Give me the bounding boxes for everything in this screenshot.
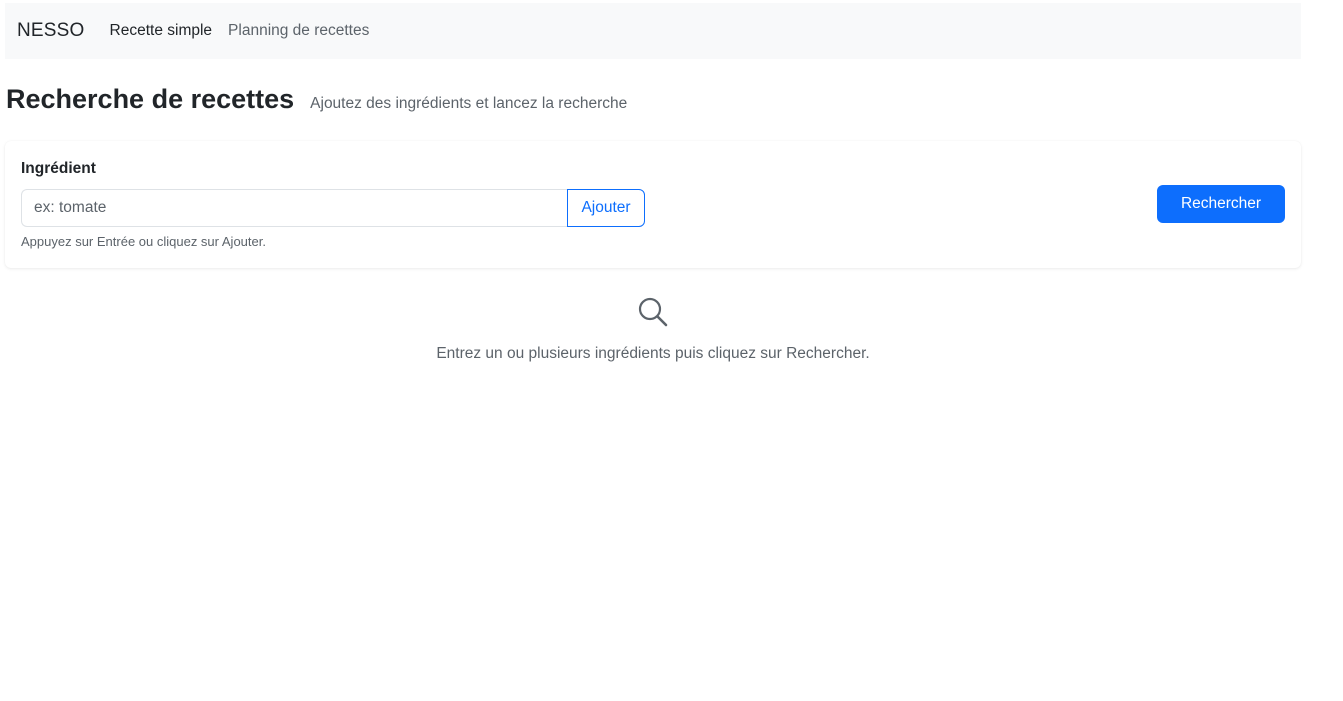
nav-link-recette-simple[interactable]: Recette simple [110,22,213,40]
page-title: Recherche de recettes [6,84,295,114]
empty-state-message: Entrez un ou plusieurs ingrédients puis … [436,345,870,362]
navbar: NESSO Recette simple Planning de recette… [5,3,1301,59]
empty-state: Entrez un ou plusieurs ingrédients puis … [5,296,1301,363]
nav-link-planning-de-recettes[interactable]: Planning de recettes [228,22,369,40]
ingredient-help-text: Appuyez sur Entrée ou cliquez sur Ajoute… [21,234,266,249]
search-button[interactable]: Rechercher [1157,185,1285,223]
search-icon [637,296,669,328]
brand-logo[interactable]: NESSO [17,20,85,42]
page-subtitle: Ajoutez des ingrédients et lancez la rec… [310,95,628,112]
search-card: Ingrédient Ajouter Appuyez sur Entrée ou… [5,141,1301,268]
ingredient-label: Ingrédient [21,160,96,177]
ingredient-input[interactable] [21,189,567,227]
page-header: Recherche de recettes Ajoutez des ingréd… [6,84,627,115]
ingredient-input-group: Ajouter [21,189,645,227]
add-ingredient-button[interactable]: Ajouter [567,189,645,227]
